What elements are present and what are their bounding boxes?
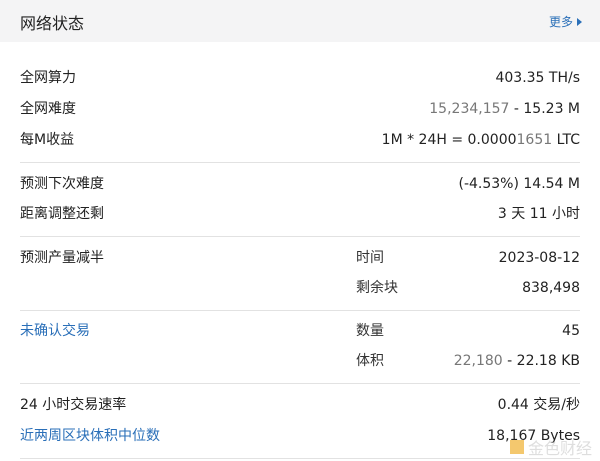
header: 网络状态 更多: [0, 0, 600, 42]
short: 15.23 M: [523, 101, 580, 117]
count-value: 45: [562, 323, 580, 339]
divider: [20, 383, 580, 384]
label: 预测产量减半: [20, 250, 104, 266]
value: (-4.53%) 14.54 M: [458, 176, 580, 192]
label: 距离调整还剩: [20, 206, 104, 222]
short: 22.18 KB: [516, 353, 580, 369]
divider: [20, 458, 580, 459]
value: 0.44 交易/秒: [497, 397, 580, 413]
value: 3 天 11 小时: [497, 206, 580, 222]
more-link[interactable]: 更多: [549, 13, 582, 30]
blocks-label: 剩余块: [356, 280, 398, 296]
digits: 1651: [516, 132, 553, 148]
divider: [20, 310, 580, 311]
size-label: 体积: [356, 353, 384, 369]
blocks-value: 838,498: [522, 280, 580, 296]
row-median-block: 近两周区块体积中位数 18,167 Bytes: [20, 426, 580, 446]
row-adjust-remaining: 距离调整还剩 3 天 11 小时: [20, 204, 580, 224]
label: 预测下次难度: [20, 176, 104, 192]
row-unconfirmed-size: 体积 22,180 - 22.18 KB: [20, 351, 580, 371]
row-earnings: 每M收益 1M * 24H = 0.00001651 LTC: [20, 130, 580, 150]
suffix: LTC: [552, 132, 580, 148]
row-halving-blocks: 剩余块 838,498: [20, 278, 580, 298]
row-difficulty: 全网难度 15,234,157 - 15.23 M: [20, 99, 580, 119]
time-value: 2023-08-12: [498, 250, 580, 266]
divider: [20, 162, 580, 163]
more-label: 更多: [548, 15, 573, 29]
sep: -: [509, 101, 524, 117]
label: 全网算力: [20, 70, 76, 86]
value: 15,234,157 - 15.23 M: [429, 99, 580, 119]
row-tx-rate: 24 小时交易速率 0.44 交易/秒: [20, 395, 580, 415]
label: 24 小时交易速率: [20, 397, 127, 413]
label: 每M收益: [20, 132, 75, 148]
raw: 22,180: [453, 353, 503, 369]
value: 403.35 TH/s: [495, 70, 580, 86]
row-next-difficulty: 预测下次难度 (-4.53%) 14.54 M: [20, 174, 580, 194]
label: 全网难度: [20, 101, 76, 117]
sep: -: [502, 353, 517, 369]
row-hashrate: 全网算力 403.35 TH/s: [20, 68, 580, 88]
unconfirmed-link[interactable]: 未确认交易: [20, 321, 90, 341]
page-title: 网络状态: [20, 14, 85, 33]
count-label: 数量: [356, 323, 384, 339]
divider: [20, 236, 580, 237]
watermark-logo-icon: [509, 440, 524, 454]
watermark: 金色财经: [509, 435, 592, 459]
value: 1M * 24H = 0.00001651 LTC: [382, 130, 580, 150]
row-halving: 预测产量减半 时间 2023-08-12: [20, 248, 580, 268]
median-block-link[interactable]: 近两周区块体积中位数: [20, 426, 160, 446]
size-value: 22,180 - 22.18 KB: [454, 351, 580, 371]
raw: 15,234,157: [429, 101, 510, 117]
row-unconfirmed: 未确认交易 数量 45: [20, 321, 580, 341]
watermark-text: 金色财经: [527, 439, 592, 458]
time-label: 时间: [356, 250, 384, 266]
prefix: 1M * 24H = 0.0000: [381, 132, 517, 148]
caret-right-icon: [577, 17, 582, 26]
